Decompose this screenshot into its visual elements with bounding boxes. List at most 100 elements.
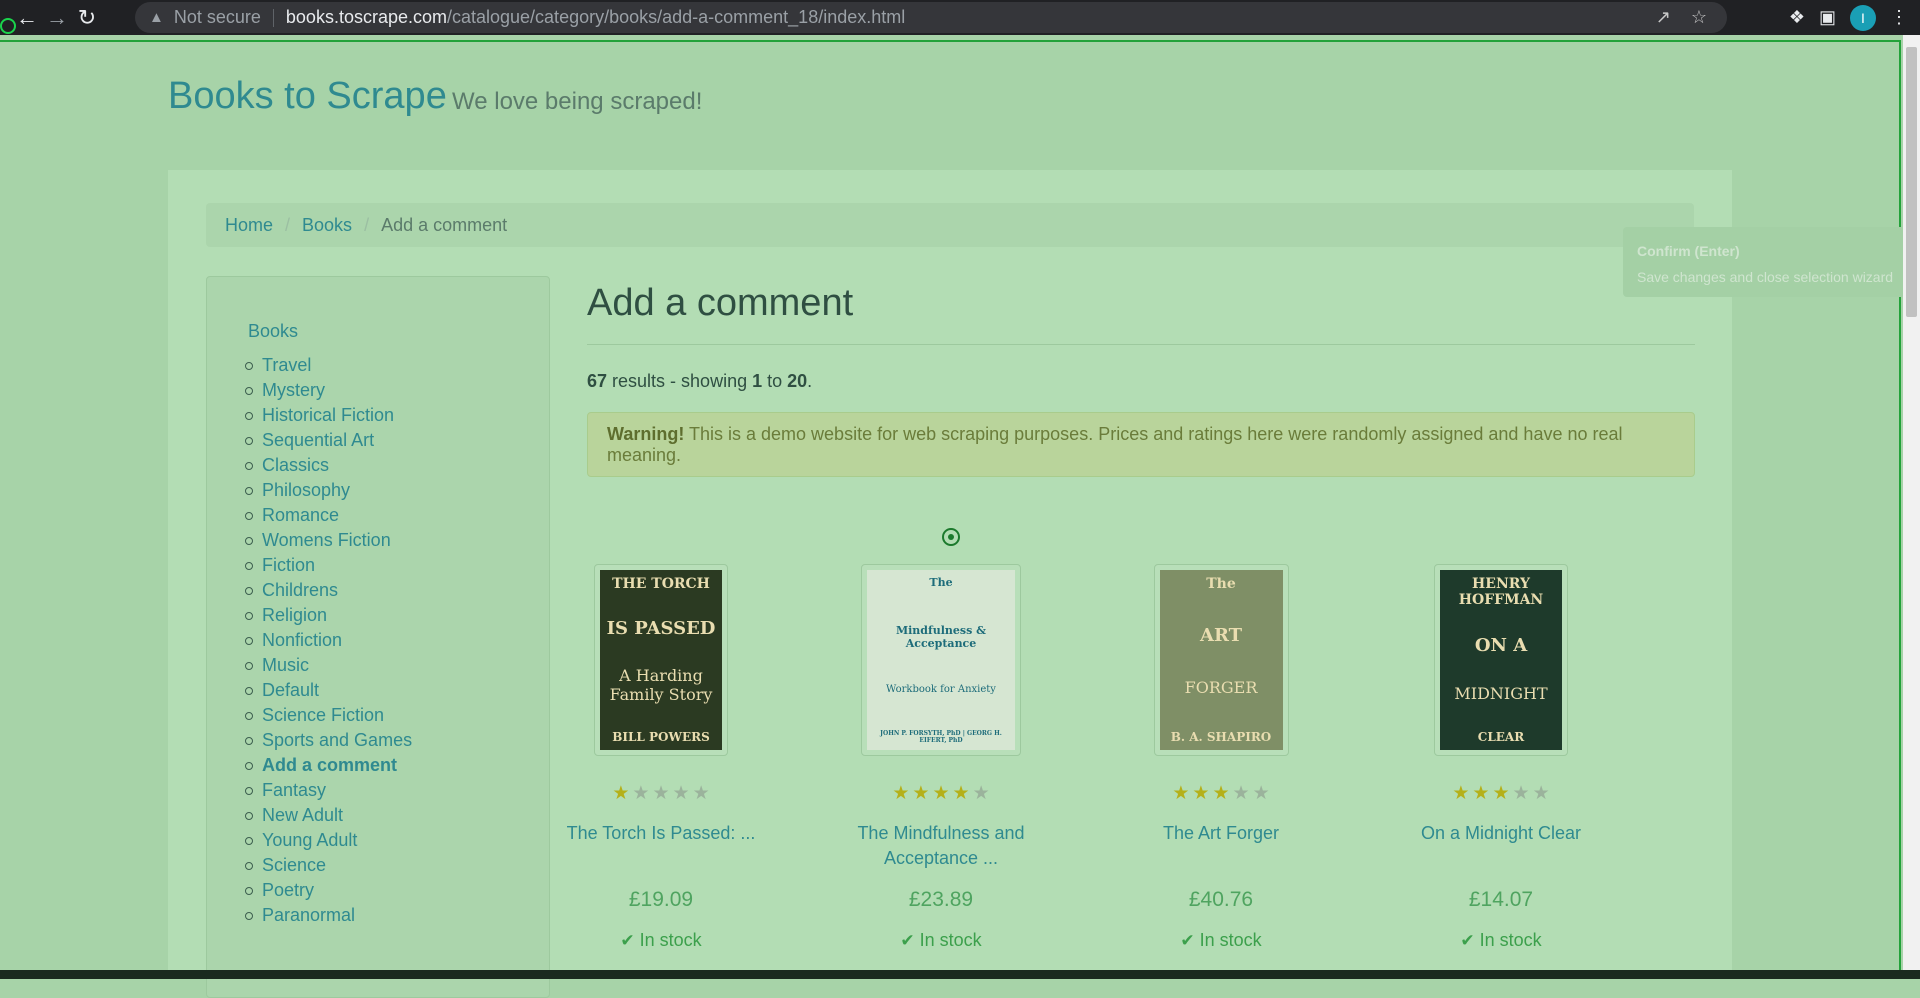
sidebar-item-mystery[interactable]: Mystery	[244, 378, 412, 403]
cover-text: ON A	[1474, 635, 1528, 657]
cover-text: ART	[1199, 624, 1242, 646]
sidebar-item-religion[interactable]: Religion	[244, 603, 412, 628]
product-title-link[interactable]: The Mindfulness and Acceptance ...	[857, 823, 1024, 868]
product-card: THE TORCH IS PASSED A Harding Family Story…	[531, 564, 791, 951]
star-icon: ★	[952, 783, 970, 804]
cover-text: JOHN P. FORSYTH, PhD | GEORG H. EIFERT, …	[880, 729, 1002, 744]
security-label: Not secure	[173, 7, 261, 27]
menu-icon[interactable]: ⋮	[1890, 7, 1908, 28]
star-rating: ★ ★ ★ ★ ★	[1371, 783, 1631, 805]
sidebar-item-fiction[interactable]: Fiction	[244, 553, 412, 578]
scrollbar-thumb[interactable]	[1906, 47, 1917, 317]
url-host: books.toscrape.com	[285, 7, 447, 27]
results-from: 1	[752, 371, 763, 391]
book-cover-thumbnail[interactable]: The ART FORGER B. A. SHAPIRO	[1153, 564, 1289, 756]
check-icon: ✔	[900, 931, 915, 950]
results-to: 20	[787, 371, 808, 391]
cover-text: CLEAR	[1477, 729, 1525, 744]
results-count: 67	[587, 371, 608, 391]
stock-label: In stock	[919, 930, 982, 950]
star-icon: ★	[1492, 783, 1510, 804]
sidebar-item-default[interactable]: Default	[244, 678, 412, 703]
cover-text: Workbook for Anxiety	[886, 684, 996, 696]
sidebar-item-historical-fiction[interactable]: Historical Fiction	[244, 403, 412, 428]
star-icon: ★	[1232, 783, 1250, 804]
star-icon: ★	[692, 783, 710, 804]
page-scrollbar[interactable]	[1903, 35, 1920, 970]
sidebar-item-romance[interactable]: Romance	[244, 503, 412, 528]
sidebar-item-new-adult[interactable]: New Adult	[244, 803, 412, 828]
product-price: £19.09	[628, 888, 694, 911]
book-cover-image: The Mindfulness & Acceptance Workbook for …	[867, 570, 1015, 750]
site-brand-link[interactable]: Books to Scrape	[168, 75, 447, 118]
star-icon: ★	[1452, 783, 1470, 804]
warning-label: Warning!	[607, 423, 685, 444]
share-icon[interactable]: ↗	[1656, 7, 1671, 28]
sidebar-item-science-fiction[interactable]: Science Fiction	[244, 703, 412, 728]
sidebar-item-fantasy[interactable]: Fantasy	[244, 778, 412, 803]
sidebar-item-philosophy[interactable]: Philosophy	[244, 478, 412, 503]
product-title-link[interactable]: The Art Forger	[1163, 823, 1279, 843]
cover-text: A Harding Family Story	[609, 665, 713, 704]
selector-tool-icon[interactable]	[0, 18, 16, 34]
reload-icon[interactable]: ↻	[72, 3, 102, 33]
breadcrumb-home-link[interactable]: Home	[225, 215, 273, 236]
sidebar-item-womens-fiction[interactable]: Womens Fiction	[244, 528, 412, 553]
warning-text: This is a demo website for web scraping …	[607, 423, 1623, 465]
bookmark-star-icon[interactable]: ☆	[1691, 7, 1707, 28]
stock-label: In stock	[639, 930, 702, 950]
star-icon: ★	[632, 783, 650, 804]
cover-text: FORGER	[1184, 678, 1258, 698]
star-rating: ★ ★ ★ ★ ★	[811, 783, 1071, 805]
sidebar-item-music[interactable]: Music	[244, 653, 412, 678]
star-icon: ★	[912, 783, 930, 804]
cover-text: B. A. SHAPIRO	[1170, 729, 1272, 744]
sidebar-item-nonfiction[interactable]: Nonfiction	[244, 628, 412, 653]
product-title-link[interactable]: The Torch Is Passed: ...	[567, 823, 756, 843]
sidebar-item-sports-and-games[interactable]: Sports and Games	[244, 728, 412, 753]
cover-text: The	[1206, 576, 1236, 592]
sidebar-item-poetry[interactable]: Poetry	[244, 878, 412, 903]
star-icon: ★	[612, 783, 630, 804]
sidebar-books-link[interactable]: Books	[248, 321, 298, 342]
breadcrumb-books-link[interactable]: Books	[302, 215, 352, 236]
cover-text: Mindfulness & Acceptance	[895, 623, 987, 650]
page-title: Add a comment	[587, 282, 854, 324]
star-icon: ★	[1192, 783, 1210, 804]
sidebar-item-sequential-art[interactable]: Sequential Art	[244, 428, 412, 453]
warning-icon: ▲	[149, 9, 164, 26]
product-title-link[interactable]: On a Midnight Clear	[1421, 823, 1581, 843]
book-cover-thumbnail[interactable]: HENRY HOFFMAN ON A MIDNIGHT CLEAR	[1434, 564, 1568, 756]
results-text: results - showing	[607, 371, 753, 391]
address-bar[interactable]: ▲ Not secure books.toscrape.com/catalogu…	[135, 2, 1727, 33]
breadcrumb-divider: /	[285, 214, 291, 235]
heading-divider	[587, 344, 1695, 345]
book-cover-image: THE TORCH IS PASSED A Harding Family Story…	[600, 570, 722, 750]
extensions-icon[interactable]: ❖	[1789, 7, 1805, 28]
book-cover-thumbnail[interactable]: THE TORCH IS PASSED A Harding Family Story…	[594, 564, 728, 756]
check-icon: ✔	[1180, 931, 1195, 950]
forward-icon[interactable]: →	[42, 3, 72, 33]
sidebar-item-paranormal[interactable]: Paranormal	[244, 903, 412, 928]
stock-label: In stock	[1199, 930, 1262, 950]
star-icon: ★	[1532, 783, 1550, 804]
category-sidebar: Books Travel Mystery Historical Fiction Seq…	[206, 276, 550, 998]
sidebar-item-childrens[interactable]: Childrens	[244, 578, 412, 603]
product-price: £23.89	[908, 888, 974, 911]
product-price: £14.07	[1468, 888, 1534, 911]
sidebar-item-add-a-comment[interactable]: Add a comment	[244, 753, 412, 778]
sidebar-item-science[interactable]: Science	[244, 853, 412, 878]
sidebar-item-classics[interactable]: Classics	[244, 453, 412, 478]
tooltip-title: Confirm (Enter)	[1637, 243, 1740, 259]
side-panel-icon[interactable]: ▣	[1819, 7, 1836, 28]
availability: ✔ In stock	[1371, 930, 1631, 951]
sidebar-item-travel[interactable]: Travel	[244, 353, 412, 378]
availability: ✔ In stock	[531, 930, 791, 951]
profile-avatar[interactable]: I	[1850, 4, 1876, 31]
breadcrumb-current: Add a comment	[381, 214, 508, 235]
sidebar-item-young-adult[interactable]: Young Adult	[244, 828, 412, 853]
back-icon[interactable]: ←	[12, 3, 42, 33]
url-path: /catalogue/category/books/add-a-comment_…	[446, 7, 906, 27]
star-icon: ★	[932, 783, 950, 804]
book-cover-thumbnail[interactable]: The Mindfulness & Acceptance Workbook for …	[861, 564, 1021, 756]
